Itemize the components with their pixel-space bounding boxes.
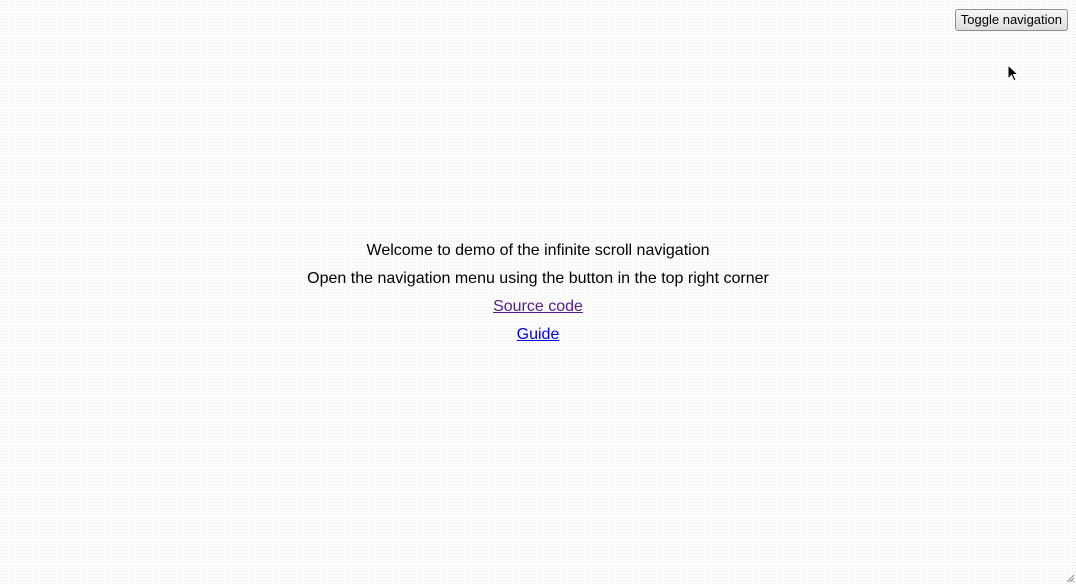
resize-grip-icon[interactable] <box>1065 573 1075 583</box>
guide-row: Guide <box>0 321 1076 349</box>
source-code-link[interactable]: Source code <box>493 298 583 315</box>
source-code-row: Source code <box>0 293 1076 321</box>
guide-link[interactable]: Guide <box>517 326 560 343</box>
instruction-text: Open the navigation menu using the butto… <box>307 270 769 287</box>
welcome-content: Welcome to demo of the infinite scroll n… <box>0 237 1076 349</box>
mouse-pointer-icon <box>1007 64 1020 82</box>
page: Toggle navigation Welcome to demo of the… <box>0 0 1076 584</box>
welcome-text: Welcome to demo of the infinite scroll n… <box>366 242 710 259</box>
toggle-navigation-button[interactable]: Toggle navigation <box>954 9 1068 31</box>
